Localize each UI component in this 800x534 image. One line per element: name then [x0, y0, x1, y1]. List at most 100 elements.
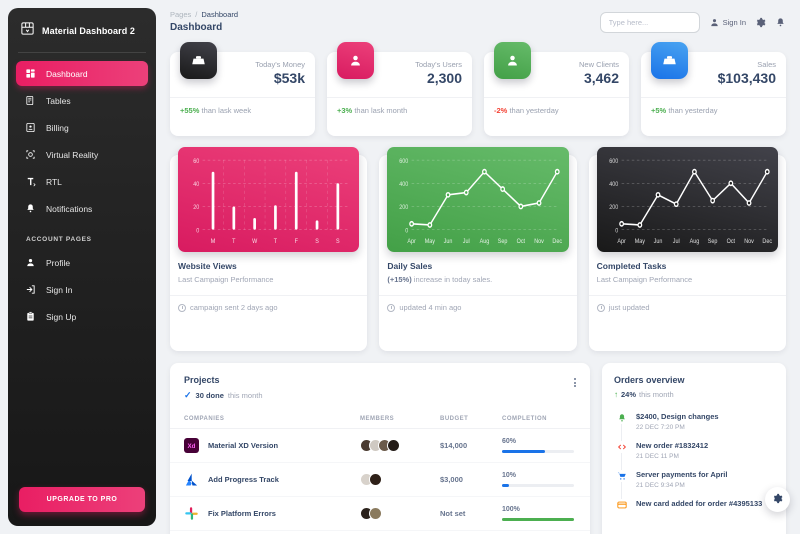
- settings-fab-button[interactable]: [765, 487, 790, 512]
- progress-bar: [502, 484, 574, 487]
- code-icon: [616, 441, 628, 453]
- stat-footer: +5% than yesterday: [651, 98, 776, 115]
- search-input[interactable]: [599, 12, 700, 33]
- table-row[interactable]: Fix Platform Errors Not set 100%: [170, 496, 590, 531]
- sidebar-item-profile[interactable]: Profile: [16, 250, 148, 275]
- timeline-title: Server payments for April: [636, 470, 728, 479]
- atlassian-logo-icon: [184, 472, 199, 487]
- bell-icon: [616, 412, 628, 424]
- timeline-item[interactable]: New card added for order #4395133: [616, 499, 774, 511]
- chart-cards: 0 20 40 60 M T W T F S S Website Views Last Campai…: [170, 147, 786, 351]
- weight-icon: [180, 42, 217, 79]
- stat-delta-text: than yesterday: [509, 106, 559, 115]
- upgrade-section: UPGRADE TO PRO: [8, 477, 156, 526]
- breadcrumb: Pages / Dashboard: [170, 10, 238, 19]
- timeline-text: $2400, Design changes 22 DEC 7:20 PM: [636, 412, 719, 431]
- svg-text:Dec: Dec: [553, 239, 563, 246]
- website-views-bar-chart: 0 20 40 60 M T W T F S S: [193, 158, 349, 246]
- sidebar-item-billing[interactable]: Billing: [16, 115, 148, 140]
- svg-text:T: T: [274, 239, 278, 246]
- projects-header: Projects ✓ 30 done this month: [170, 375, 590, 401]
- timeline-date: 21 DEC 11 PM: [636, 453, 679, 460]
- svg-text:0: 0: [406, 228, 410, 235]
- sidebar-item-notifications[interactable]: Notifications: [16, 196, 148, 221]
- chart-footer: updated 4 min ago: [387, 296, 568, 312]
- chart-footer: just updated: [596, 296, 778, 312]
- sidebar-item-label: Notifications: [46, 203, 93, 214]
- projects-title: Projects: [184, 375, 220, 385]
- more-vertical-icon[interactable]: [574, 375, 576, 387]
- svg-text:M: M: [211, 239, 216, 246]
- clock-icon: [387, 303, 396, 312]
- table-icon: [24, 94, 37, 107]
- svg-text:S: S: [315, 239, 319, 246]
- orders-subtitle: ↑ 24% this month: [614, 390, 774, 399]
- topbar-right: Sign In: [599, 10, 786, 33]
- stat-footer: -2% than yesterday: [494, 98, 619, 115]
- completion-label: 100%: [502, 506, 520, 514]
- orders-delta-suffix: this month: [639, 390, 674, 399]
- breadcrumb-root[interactable]: Pages: [170, 10, 191, 19]
- svg-text:Apr: Apr: [617, 239, 625, 246]
- timeline-item[interactable]: Server payments for April 21 DEC 9:34 PM: [616, 470, 774, 489]
- completion-label: 10%: [502, 472, 517, 480]
- sidebar-item-sign-up[interactable]: Sign Up: [16, 304, 148, 329]
- progress-bar: [502, 518, 574, 521]
- projects-card: Projects ✓ 30 done this month COMPANIES: [170, 363, 590, 534]
- stat-card-todays-money: Today's Money $53k +55% than lask week: [170, 42, 315, 136]
- completed-tasks-line-chart: 0 200 400 600 Apr May Jun Jul Aug Sep Oct Nov Dec: [609, 158, 772, 246]
- gear-icon: [772, 491, 783, 509]
- completion-label: 60%: [502, 438, 517, 446]
- sidebar-item-virtual-reality[interactable]: Virtual Reality: [16, 142, 148, 167]
- svg-text:600: 600: [400, 158, 410, 165]
- stat-card-new-clients: New Clients 3,462 -2% than yesterday: [484, 42, 629, 136]
- sign-in-button[interactable]: Sign In: [709, 17, 746, 28]
- credit-card-icon: [616, 499, 628, 511]
- table-row[interactable]: Add Progress Track $3,000 10%: [170, 462, 590, 497]
- sidebar-item-label: Virtual Reality: [46, 149, 99, 160]
- chart-title: Website Views: [178, 261, 237, 271]
- svg-text:Nov: Nov: [535, 239, 545, 246]
- arrow-up-icon: ↑: [614, 390, 618, 399]
- orders-overview-card: Orders overview ↑ 24% this month $2400, …: [602, 363, 786, 534]
- login-icon: [24, 283, 37, 296]
- person-icon: [709, 17, 720, 28]
- svg-text:F: F: [295, 239, 299, 246]
- sidebar-item-label: Sign In: [46, 284, 73, 295]
- svg-text:Dec: Dec: [762, 239, 772, 246]
- column-completion: COMPLETION: [502, 412, 590, 429]
- chart-subtitle-text: increase in today sales.: [411, 275, 493, 284]
- clipboard-icon: [24, 310, 37, 323]
- svg-text:400: 400: [609, 182, 619, 189]
- sidebar-item-dashboard[interactable]: Dashboard: [16, 61, 148, 86]
- bell-icon[interactable]: [775, 17, 786, 28]
- stat-delta-text: than lask week: [201, 106, 252, 115]
- brand[interactable]: Material Dashboard 2: [8, 8, 156, 52]
- stat-footer: +55% than lask week: [180, 98, 305, 115]
- chart-footer: campaign sent 2 days ago: [178, 296, 359, 312]
- svg-text:Xd: Xd: [188, 443, 196, 450]
- website-views-chart-panel: 0 20 40 60 M T W T F S S: [178, 147, 360, 252]
- budget-cell: $14,000: [440, 428, 502, 463]
- upgrade-to-pro-button[interactable]: UPGRADE TO PRO: [19, 487, 145, 512]
- timeline-item[interactable]: $2400, Design changes 22 DEC 7:20 PM: [616, 412, 774, 431]
- sidebar-item-label: Profile: [46, 257, 71, 268]
- chart-subtitle: (+15%) increase in today sales.: [387, 275, 568, 284]
- sidebar-item-tables[interactable]: Tables: [16, 88, 148, 113]
- svg-text:200: 200: [609, 205, 619, 212]
- gear-icon[interactable]: [755, 17, 766, 28]
- sidebar-item-rtl[interactable]: RTL: [16, 169, 148, 194]
- progress-bar: [502, 450, 574, 453]
- brand-name: Material Dashboard 2: [42, 26, 136, 36]
- svg-text:40: 40: [193, 182, 200, 189]
- timeline-title: $2400, Design changes: [636, 412, 719, 421]
- timeline-text: New card added for order #4395133: [636, 499, 762, 511]
- person-icon: [24, 256, 37, 269]
- vr-icon: [24, 148, 37, 161]
- svg-text:May: May: [634, 239, 644, 246]
- timeline-item[interactable]: New order #1832412 21 DEC 11 PM: [616, 441, 774, 460]
- timeline-date: 22 DEC 7:20 PM: [636, 424, 685, 431]
- svg-text:Jun: Jun: [444, 239, 453, 246]
- sidebar-item-sign-in[interactable]: Sign In: [16, 277, 148, 302]
- table-row[interactable]: Xd Material XD Version $14,000 60%: [170, 428, 590, 463]
